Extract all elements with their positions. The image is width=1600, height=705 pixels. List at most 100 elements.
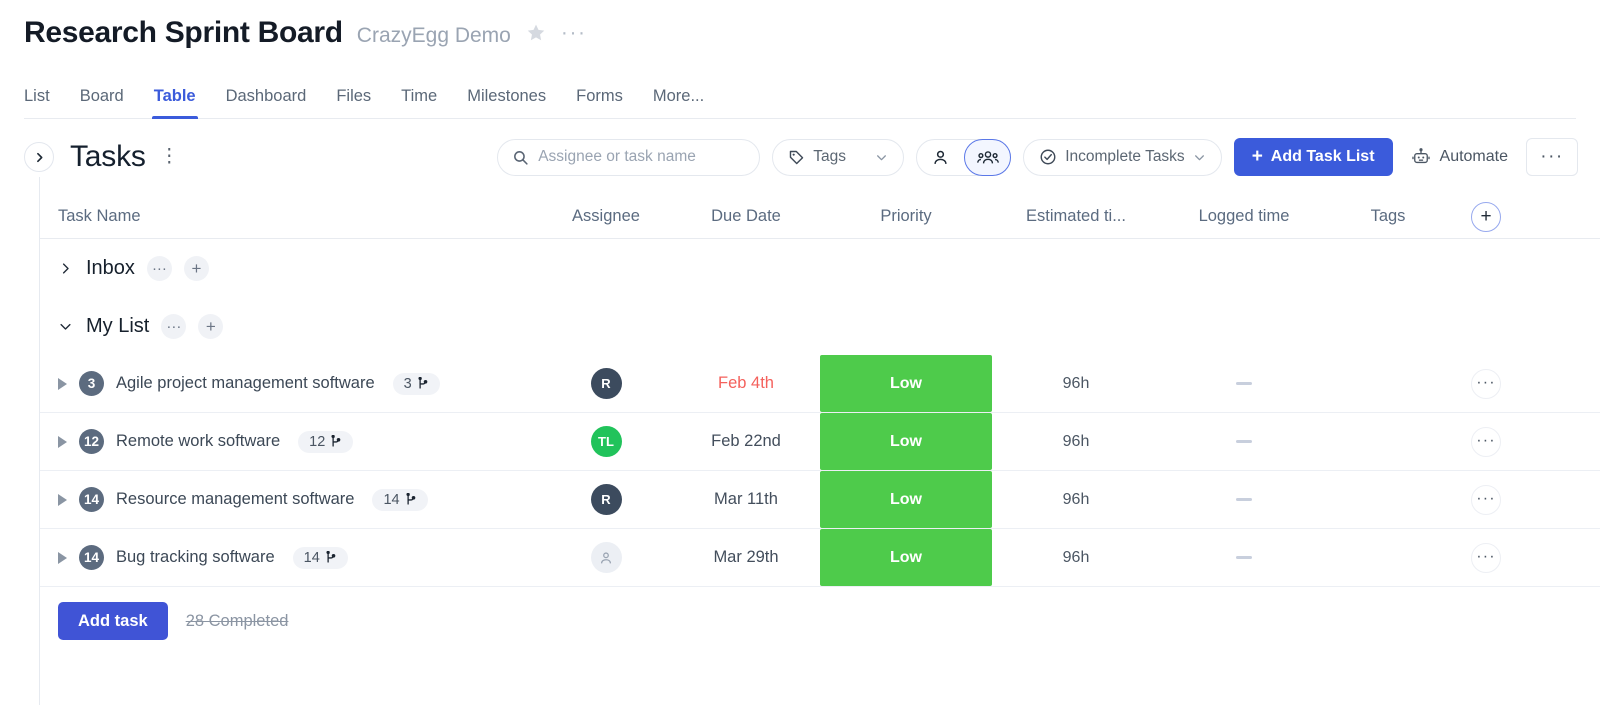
tab-milestones[interactable]: Milestones <box>452 87 561 118</box>
automate-button[interactable]: Automate <box>1405 147 1514 167</box>
tab-dashboard[interactable]: Dashboard <box>211 87 322 118</box>
expand-subtasks-icon[interactable] <box>58 493 67 506</box>
chevron-down-icon[interactable] <box>58 319 74 334</box>
avatar-placeholder[interactable] <box>590 542 622 573</box>
add-task-button[interactable]: Add task <box>58 602 168 640</box>
logged-time-cell[interactable] <box>1160 471 1328 528</box>
column-header-due-date[interactable]: Due Date <box>672 207 820 226</box>
column-header-logged-time[interactable]: Logged time <box>1160 207 1328 226</box>
subtask-chip-count: 12 <box>309 433 326 450</box>
expand-subtasks-icon[interactable] <box>58 551 67 564</box>
group-add-task-button[interactable]: + <box>198 313 224 339</box>
task-name-cell: 12 Remote work software 12 <box>40 413 540 470</box>
assignee-cell[interactable] <box>540 529 672 586</box>
row-options-button[interactable]: ··· <box>1471 368 1501 399</box>
column-header-estimated-time[interactable]: Estimated ti... <box>992 207 1160 226</box>
subtask-chip[interactable]: 3 <box>392 372 440 395</box>
estimated-time-cell[interactable]: 96h <box>992 413 1160 470</box>
chevron-right-icon[interactable] <box>58 261 74 276</box>
tags-cell[interactable] <box>1328 471 1448 528</box>
row-options-button[interactable]: ··· <box>1471 542 1501 573</box>
task-name-cell: 14 Resource management software 14 <box>40 471 540 528</box>
avatar[interactable]: TL <box>590 426 622 457</box>
tab-board[interactable]: Board <box>65 87 139 118</box>
tab-forms[interactable]: Forms <box>561 87 638 118</box>
tab-files[interactable]: Files <box>321 87 386 118</box>
due-date-cell[interactable]: Mar 29th <box>672 529 820 586</box>
subtask-chip[interactable]: 12 <box>298 430 354 453</box>
table-row[interactable]: 14 Bug tracking software 14 Mar 29th Low… <box>40 529 1600 587</box>
tags-cell[interactable] <box>1328 413 1448 470</box>
row-options-button[interactable]: ··· <box>1471 426 1501 457</box>
search-box[interactable] <box>497 138 761 176</box>
table-row[interactable]: 14 Resource management software 14 R Mar… <box>40 471 1600 529</box>
avatar[interactable]: R <box>590 368 622 399</box>
expand-subtasks-icon[interactable] <box>58 377 67 390</box>
avatar[interactable]: R <box>590 484 622 515</box>
due-date-label: Mar 11th <box>714 490 778 508</box>
table-row[interactable]: 12 Remote work software 12 TL Feb 22nd L… <box>40 413 1600 471</box>
tags-cell[interactable] <box>1328 529 1448 586</box>
chevron-down-icon <box>875 151 888 164</box>
due-date-label: Feb 4th <box>718 374 774 392</box>
completed-tasks-link[interactable]: 28 Completed <box>186 612 289 631</box>
estimated-time-cell[interactable]: 96h <box>992 529 1160 586</box>
task-group-inbox[interactable]: Inbox ··· + <box>40 239 1600 297</box>
due-date-cell[interactable]: Feb 22nd <box>672 413 820 470</box>
task-name-label[interactable]: Resource management software <box>116 490 354 509</box>
task-group-my-list[interactable]: My List ··· + <box>40 297 1600 355</box>
star-icon[interactable] <box>525 22 547 44</box>
add-task-list-button[interactable]: + Add Task List <box>1233 138 1393 176</box>
toggle-single-assignee[interactable] <box>917 140 964 175</box>
tab-list[interactable]: List <box>24 87 65 118</box>
column-header-tags[interactable]: Tags <box>1328 207 1448 226</box>
tab-time[interactable]: Time <box>386 87 452 118</box>
priority-badge: Low <box>820 355 992 412</box>
due-date-cell[interactable]: Feb 4th <box>672 355 820 412</box>
toggle-group-assignee[interactable] <box>964 138 1012 176</box>
task-status-filter-label: Incomplete Tasks <box>1065 148 1185 165</box>
assignee-cell[interactable]: R <box>540 471 672 528</box>
task-name-cell: 14 Bug tracking software 14 <box>40 529 540 586</box>
logged-time-cell[interactable] <box>1160 413 1328 470</box>
tags-filter-dropdown[interactable]: Tags <box>772 138 905 176</box>
tags-cell[interactable] <box>1328 355 1448 412</box>
priority-cell[interactable]: Low <box>820 529 992 586</box>
priority-cell[interactable]: Low <box>820 471 992 528</box>
tab-more[interactable]: More... <box>638 87 719 118</box>
logged-time-cell[interactable] <box>1160 355 1328 412</box>
column-header-assignee[interactable]: Assignee <box>540 207 672 226</box>
group-add-task-button[interactable]: + <box>183 255 209 281</box>
task-status-filter-dropdown[interactable]: Incomplete Tasks <box>1023 138 1222 176</box>
priority-cell[interactable]: Low <box>820 413 992 470</box>
title-more-icon[interactable]: ··· <box>561 21 587 45</box>
due-date-cell[interactable]: Mar 11th <box>672 471 820 528</box>
add-column-button[interactable]: + <box>1471 201 1501 232</box>
assignee-cell[interactable]: TL <box>540 413 672 470</box>
collapse-panel-button[interactable] <box>24 142 54 172</box>
table-row[interactable]: 3 Agile project management software 3 R … <box>40 355 1600 413</box>
assignee-cell[interactable]: R <box>540 355 672 412</box>
tasks-options-icon[interactable]: ⋮ <box>160 147 179 167</box>
task-name-label[interactable]: Bug tracking software <box>116 548 275 567</box>
task-name-label[interactable]: Remote work software <box>116 432 280 451</box>
logged-time-cell[interactable] <box>1160 529 1328 586</box>
subtask-chip-count: 14 <box>383 491 400 508</box>
group-options-button[interactable]: ··· <box>146 255 172 281</box>
column-header-task-name[interactable]: Task Name <box>40 207 540 226</box>
subtask-chip[interactable]: 14 <box>372 488 428 511</box>
toolbar-overflow-button[interactable]: ··· <box>1526 138 1578 176</box>
page-title: Research Sprint Board <box>24 16 343 49</box>
estimated-time-cell[interactable]: 96h <box>992 355 1160 412</box>
search-input[interactable] <box>538 148 746 166</box>
tab-table[interactable]: Table <box>139 87 211 119</box>
expand-subtasks-icon[interactable] <box>58 435 67 448</box>
estimated-time-cell[interactable]: 96h <box>992 471 1160 528</box>
row-options-button[interactable]: ··· <box>1471 484 1501 515</box>
priority-cell[interactable]: Low <box>820 355 992 412</box>
group-options-button[interactable]: ··· <box>161 313 187 339</box>
subtask-chip[interactable]: 14 <box>292 546 348 569</box>
task-name-label[interactable]: Agile project management software <box>116 374 375 393</box>
column-header-priority[interactable]: Priority <box>820 207 992 226</box>
toolbar-actions: Tags Incomplete Tasks <box>497 138 1578 176</box>
